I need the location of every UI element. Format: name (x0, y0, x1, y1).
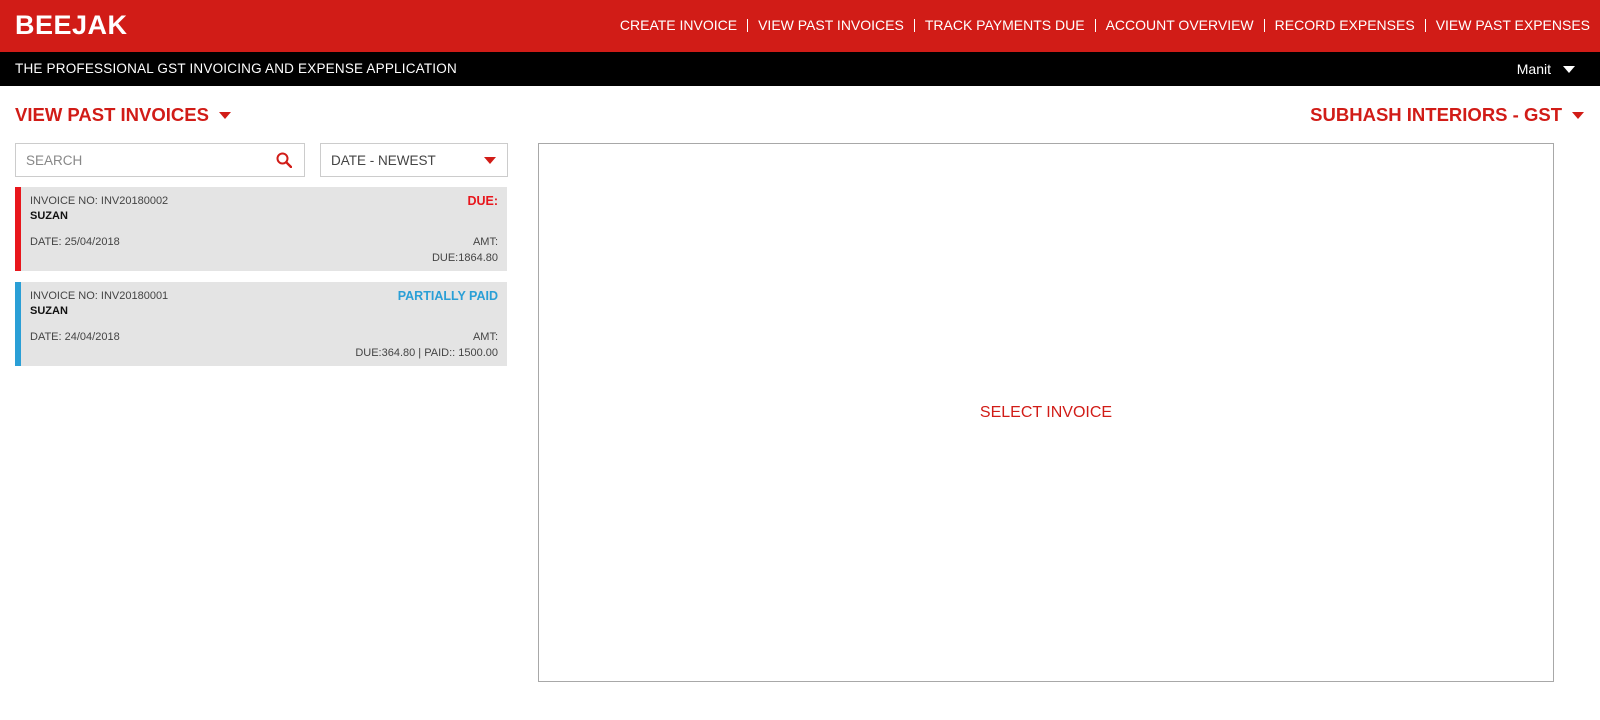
sub-header: THE PROFESSIONAL GST INVOICING AND EXPEN… (0, 52, 1600, 86)
status-bar (15, 187, 21, 271)
invoice-number: INVOICE NO: INV20180001 (30, 290, 169, 302)
caret-down-icon (1572, 111, 1584, 119)
due-amount: DUE:1864.80 (431, 252, 498, 264)
main-nav: CREATE INVOICE VIEW PAST INVOICES TRACK … (620, 17, 1590, 33)
select-invoice-message: SELECT INVOICE (979, 404, 1113, 421)
invoice-preview-panel: SELECT INVOICE (538, 143, 1554, 682)
nav-create-invoice[interactable]: CREATE INVOICE (620, 17, 737, 33)
nav-view-past-invoices[interactable]: VIEW PAST INVOICES (758, 17, 904, 33)
customer-name: SUZAN (30, 305, 68, 317)
app-tagline: THE PROFESSIONAL GST INVOICING AND EXPEN… (15, 61, 457, 76)
nav-divider (1424, 18, 1426, 32)
search-box (15, 143, 305, 177)
nav-view-past-expenses[interactable]: VIEW PAST EXPENSES (1436, 17, 1590, 33)
status-badge: PARTIALLY PAID (397, 289, 498, 303)
company-selector[interactable]: SUBHASH INTERIORS - GST (1310, 104, 1584, 126)
app-logo[interactable]: BEEJAK (15, 10, 128, 41)
top-header: BEEJAK CREATE INVOICE VIEW PAST INVOICES… (0, 0, 1600, 52)
company-name: SUBHASH INTERIORS - GST (1310, 104, 1562, 125)
sort-selected-value: DATE - NEWEST (331, 153, 436, 168)
nav-divider (1094, 18, 1096, 32)
invoice-card[interactable]: INVOICE NO: INV20180001 SUZAN DATE: 24/0… (15, 282, 507, 366)
nav-account-overview[interactable]: ACCOUNT OVERVIEW (1106, 17, 1254, 33)
customer-name: SUZAN (30, 210, 68, 222)
status-bar (15, 282, 21, 366)
page-title: VIEW PAST INVOICES (15, 104, 209, 125)
nav-record-expenses[interactable]: RECORD EXPENSES (1275, 17, 1415, 33)
sort-select[interactable]: DATE - NEWEST (320, 143, 508, 177)
due-amount: DUE:364.80 | PAID:: 1500.00 (355, 347, 498, 359)
amount-label: AMT: (472, 331, 498, 343)
nav-track-payments-due[interactable]: TRACK PAYMENTS DUE (925, 17, 1085, 33)
caret-down-icon (484, 157, 496, 164)
invoice-date: DATE: 25/04/2018 (30, 236, 120, 248)
invoice-date: DATE: 24/04/2018 (30, 331, 120, 343)
user-name: Manit (1516, 61, 1551, 77)
nav-divider (913, 18, 915, 32)
status-badge: DUE: (467, 194, 498, 208)
nav-divider (747, 18, 749, 32)
nav-divider (1263, 18, 1265, 32)
page-title-dropdown[interactable]: VIEW PAST INVOICES (15, 104, 231, 126)
amount-label: AMT: (472, 236, 498, 248)
search-icon[interactable] (276, 152, 292, 168)
caret-down-icon (218, 111, 231, 119)
invoice-number: INVOICE NO: INV20180002 (30, 195, 169, 207)
search-input[interactable] (16, 144, 256, 176)
invoice-card[interactable]: INVOICE NO: INV20180002 SUZAN DATE: 25/0… (15, 187, 507, 271)
user-menu[interactable]: Manit (1517, 61, 1575, 77)
caret-down-icon (1563, 65, 1575, 73)
